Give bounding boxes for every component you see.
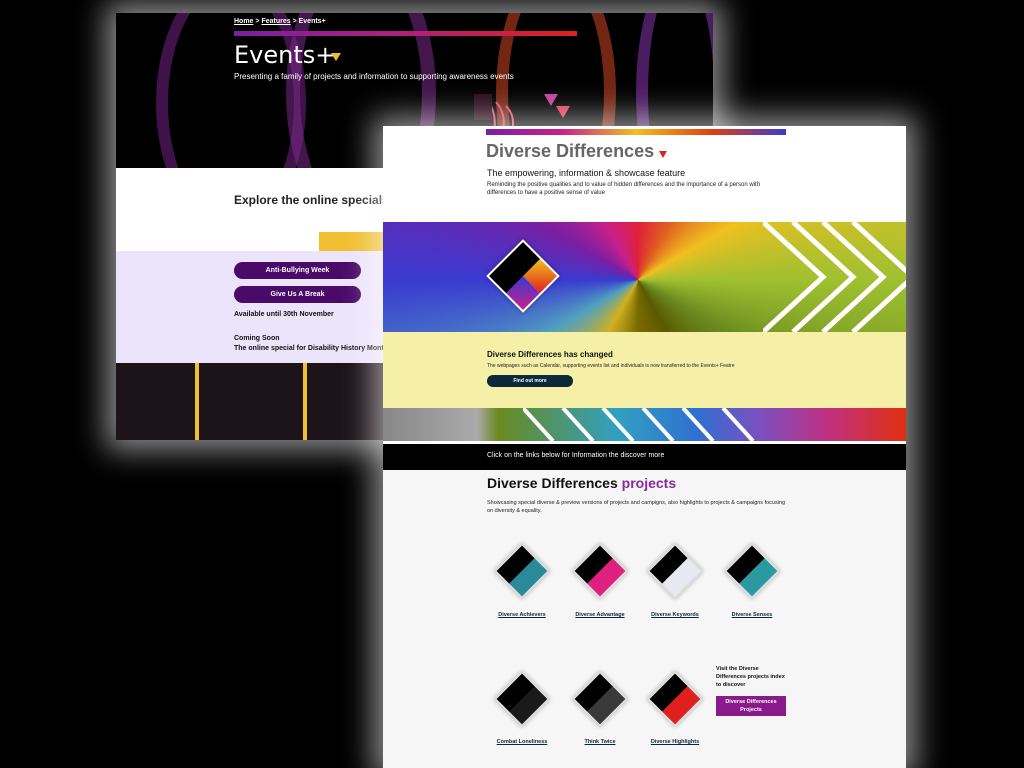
page-title: Events+ [234, 41, 336, 69]
page-subtitle: Presenting a family of projects and info… [234, 72, 514, 81]
links-bar-text: Click on the links below for Information… [487, 452, 665, 459]
desktop-stage: Home > Features > Events+ Events+ Presen… [0, 0, 1024, 768]
chevron-pattern [763, 222, 906, 332]
page-title: Diverse Differences [486, 141, 655, 161]
projects-heading-accent: projects [621, 475, 677, 491]
explore-heading: Explore the online specials [234, 193, 389, 207]
coming-soon-detail: The online special for Disability Histor… [234, 345, 389, 352]
find-out-more-button[interactable]: Find out more [487, 375, 573, 387]
stripe-pattern [523, 408, 755, 441]
breadcrumb-home-link[interactable]: Home [234, 18, 253, 25]
breadcrumb-separator: > [290, 18, 299, 25]
diverse-keywords-link[interactable]: Diverse Keywords [645, 611, 705, 619]
notice-panel [383, 332, 906, 408]
diverse-achievers-link[interactable]: Diverse Achievers [492, 611, 552, 619]
decor-arc [156, 13, 306, 168]
page-description: Reminding the positive qualities and to … [487, 182, 761, 196]
projects-description: Showcasing special diverse & preview ver… [487, 500, 786, 514]
diverse-differences-window: Diverse Differences The empowering, info… [383, 126, 906, 768]
hero-banner [383, 222, 906, 332]
give-us-a-break-button[interactable]: Give Us A Break [234, 286, 361, 303]
diverse-differences-logo-icon [486, 239, 560, 313]
yellow-stripe [303, 363, 307, 440]
diverse-advantage-link[interactable]: Diverse Advantage [570, 611, 630, 619]
gradient-bar [486, 129, 786, 135]
diverse-senses-link[interactable]: Diverse Senses [722, 611, 782, 619]
breadcrumb-features-link[interactable]: Features [261, 18, 290, 25]
page-subtitle: The empowering, information & showcase f… [487, 168, 686, 178]
diverse-differences-projects-button[interactable]: Diverse Differences Projects [716, 696, 786, 716]
combat-loneliness-link[interactable]: Combat Loneliness [492, 738, 552, 746]
projects-heading: Diverse Differences projects [487, 475, 676, 491]
breadcrumb: Home > Features > Events+ [234, 18, 326, 25]
projects-heading-main: Diverse Differences [487, 475, 618, 491]
available-until-text: Available until 30th November [234, 311, 334, 318]
anti-bullying-week-button[interactable]: Anti-Bullying Week [234, 262, 361, 279]
coming-soon-label: Coming Soon [234, 335, 280, 342]
triangle-icon [331, 53, 341, 61]
notice-heading: Diverse Differences has changed [487, 350, 613, 359]
stripe-banner [383, 408, 906, 441]
triangle-icon [659, 151, 667, 158]
yellow-stripe [195, 363, 199, 440]
diverse-highlights-link[interactable]: Diverse Highlights [645, 738, 705, 746]
breadcrumb-current: Events+ [298, 18, 326, 25]
notice-text: The webpages such as Calendar, supportin… [487, 363, 735, 369]
think-twice-link[interactable]: Think Twice [570, 738, 630, 746]
gradient-bar [234, 31, 577, 36]
visit-projects-text: Visit the Diverse Differences projects i… [716, 666, 785, 688]
